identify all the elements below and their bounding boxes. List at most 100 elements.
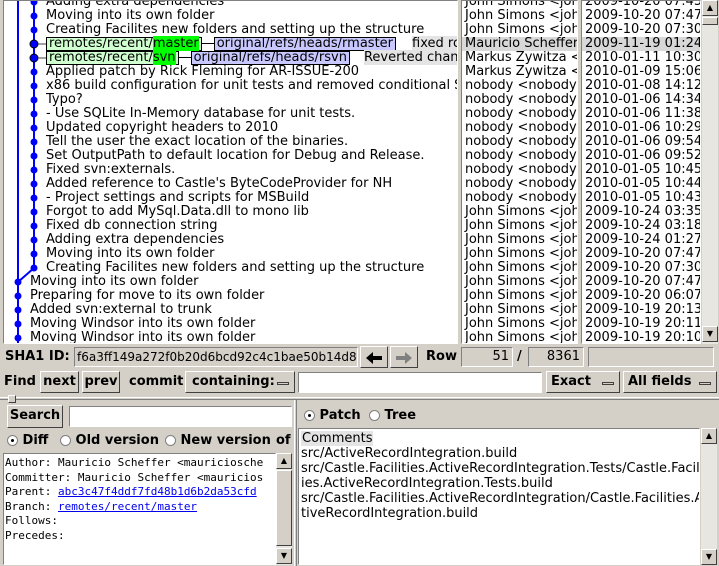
commit-row[interactable]: Set OutputPath to default location for D… xyxy=(46,149,425,163)
commit-author[interactable]: John Simons <joh xyxy=(465,23,577,37)
commit-author[interactable]: John Simons <joh xyxy=(465,317,577,331)
commit-row[interactable]: Added svn:external to trunk xyxy=(30,303,212,317)
pane-sash[interactable] xyxy=(0,397,719,400)
commit-row[interactable]: remotes/recent/svn original/refs/heads/rs… xyxy=(46,50,457,65)
commit-row[interactable]: Moving Windsor into its own folder xyxy=(30,331,255,344)
commit-date[interactable]: 2009-10-20 07:30 xyxy=(585,261,700,275)
search-button[interactable]: Search xyxy=(7,405,63,428)
file-item[interactable]: src/Castle.Facilities.ActiveRecordIntegr… xyxy=(301,491,699,506)
original-ref[interactable]: original/refs/heads/rsvn xyxy=(190,51,350,65)
commit-author[interactable]: nobody <nobody xyxy=(465,177,577,191)
containing-dropdown[interactable]: containing: xyxy=(185,371,295,393)
commit-author[interactable]: John Simons <joh xyxy=(465,331,577,344)
forward-button[interactable] xyxy=(390,346,418,368)
branch-ref[interactable]: remotes/recent/svn xyxy=(46,50,179,65)
find-prev-button[interactable]: prev xyxy=(82,371,120,393)
commit-row[interactable]: - Use SQLite In-Memory database for unit… xyxy=(46,107,355,121)
commit-author[interactable]: John Simons <joh xyxy=(465,247,577,261)
original-ref[interactable]: original/refs/heads/rmaster xyxy=(213,37,397,51)
commit-date[interactable]: 2010-01-06 14:34 xyxy=(585,93,700,107)
commit-author[interactable]: nobody <nobody xyxy=(465,79,577,93)
commit-author[interactable]: John Simons <joh xyxy=(465,9,577,23)
commit-date[interactable]: 2010-01-06 10:29 xyxy=(585,121,700,135)
commit-author[interactable]: Markus Zywitza < xyxy=(465,51,577,65)
tree-radio[interactable]: Tree xyxy=(369,408,416,424)
commit-graph-pane[interactable]: Adding extra dependencies Moving into its… xyxy=(3,0,458,344)
branch-link[interactable]: remotes/recent/master xyxy=(58,500,197,513)
scroll-up-icon[interactable]: ▲ xyxy=(702,0,718,16)
commit-details-pane[interactable]: Author: Mauricio Scheffer <mauriciosche … xyxy=(3,453,276,565)
commit-author[interactable]: John Simons <joh xyxy=(465,289,577,303)
file-list-scrollbar[interactable]: ▲ ▼ xyxy=(701,428,717,565)
commit-row[interactable]: Updated copyright headers to 2010 xyxy=(46,121,278,135)
scroll-down-icon[interactable]: ▼ xyxy=(702,326,718,342)
commit-author[interactable]: nobody <nobody xyxy=(465,93,577,107)
commit-list-scrollbar[interactable]: ▲ ▼ xyxy=(702,0,718,344)
commit-row[interactable]: Moving into its own folder xyxy=(46,247,214,261)
commit-date[interactable]: 2009-10-24 03:35 xyxy=(585,205,700,219)
commit-author[interactable]: nobody <nobody xyxy=(465,121,577,135)
new-version-radio[interactable]: New version xyxy=(165,433,271,449)
commit-row[interactable]: Applied patch by Rick Fleming for AR-ISS… xyxy=(46,65,359,79)
commit-date[interactable]: 2009-10-20 07:47 xyxy=(585,275,700,289)
date-column[interactable]: 2009-10-20 07:45 2009-10-20 07:47 2009-10-… xyxy=(581,0,701,344)
commit-author[interactable]: nobody <nobody xyxy=(465,135,577,149)
commit-date[interactable]: 2010-01-11 10:30 xyxy=(585,51,700,65)
patch-radio[interactable]: Patch xyxy=(304,408,361,424)
sash-handle[interactable] xyxy=(8,395,16,403)
old-version-radio[interactable]: Old version xyxy=(60,433,159,449)
commit-row[interactable]: Moving Windsor into its own folder xyxy=(30,317,255,331)
commit-date[interactable]: 2009-10-20 07:47 xyxy=(585,9,700,23)
file-item[interactable]: src/Castle.Facilities.ActiveRecordIntegr… xyxy=(301,461,699,476)
commit-date[interactable]: 2009-10-19 20:11 xyxy=(585,317,700,331)
commit-date[interactable]: 2009-10-19 20:10 xyxy=(585,331,700,344)
commit-date[interactable]: 2009-11-19 01:24 xyxy=(582,37,700,51)
details-scrollbar[interactable]: ▲ ▼ xyxy=(276,453,292,565)
commit-row[interactable]: Added reference to Castle's ByteCodeProv… xyxy=(46,177,392,191)
commit-row[interactable]: Moving into its own folder xyxy=(46,9,214,23)
commit-date[interactable]: 2009-10-20 07:47 xyxy=(585,247,700,261)
scroll-thumb[interactable] xyxy=(702,17,718,25)
scroll-down-icon[interactable]: ▼ xyxy=(701,549,717,565)
commit-row[interactable]: x86 build configuration for unit tests a… xyxy=(46,79,457,93)
back-button[interactable] xyxy=(360,346,388,368)
parent-link[interactable]: abc3c47f4ddf7fd48b1d6b2da53cfd xyxy=(58,485,257,498)
scroll-thumb[interactable] xyxy=(276,470,292,546)
commit-date[interactable]: 2010-01-08 14:12 xyxy=(585,79,700,93)
scroll-up-icon[interactable]: ▲ xyxy=(276,453,292,469)
commit-author[interactable]: John Simons <joh xyxy=(465,233,577,247)
search-input[interactable] xyxy=(69,406,292,427)
fields-dropdown[interactable]: All fields xyxy=(623,371,717,393)
commit-date[interactable]: 2010-01-06 11:38 xyxy=(585,107,700,121)
commit-author[interactable]: Markus Zywitza < xyxy=(465,65,577,79)
commit-author[interactable]: John Simons <joh xyxy=(465,303,577,317)
commit-author[interactable]: nobody <nobody xyxy=(465,191,577,205)
commit-row[interactable]: Creating Facilites new folders and setti… xyxy=(46,261,424,275)
commit-date[interactable]: 2009-10-20 06:07 xyxy=(585,289,700,303)
commit-author[interactable]: nobody <nobody xyxy=(465,163,577,177)
find-next-button[interactable]: next xyxy=(40,371,79,393)
commit-date[interactable]: 2010-01-05 10:44 xyxy=(585,177,700,191)
find-input[interactable] xyxy=(298,372,542,393)
commit-date[interactable]: 2009-10-24 01:27 xyxy=(585,233,700,247)
commit-row[interactable]: Typo? xyxy=(46,93,83,107)
commit-row[interactable]: Forgot to add MySql.Data.dll to mono lib xyxy=(46,205,309,219)
commit-date[interactable]: 2010-01-05 10:45 xyxy=(585,163,700,177)
commit-date[interactable]: 2010-01-06 09:52 xyxy=(585,149,700,163)
commit-date[interactable]: 2009-10-24 03:18 xyxy=(585,219,700,233)
diff-radio[interactable]: Diff xyxy=(7,433,48,449)
commit-row[interactable]: Moving into its own folder xyxy=(30,275,198,289)
commit-date[interactable]: 2009-10-20 07:30 xyxy=(585,23,700,37)
file-item-cont[interactable]: tiveRecordIntegration.build xyxy=(301,506,697,521)
comments-item[interactable]: Comments xyxy=(301,431,374,446)
commit-row[interactable]: Tell the user the exact location of the … xyxy=(46,135,348,149)
commit-author[interactable]: John Simons <joh xyxy=(465,261,577,275)
commit-date[interactable]: 2010-01-06 09:54 xyxy=(585,135,700,149)
commit-row[interactable]: - Project settings and scripts for MSBui… xyxy=(46,191,309,205)
sha1-field[interactable]: f6a3ff149a272f0b20d6bcd92c4c1bae50b14d89 xyxy=(74,347,358,367)
commit-row[interactable]: Creating Facilites new folders and setti… xyxy=(46,23,424,37)
file-list-pane[interactable]: Comments src/ActiveRecordIntegration.bui… xyxy=(298,428,700,565)
branch-ref[interactable]: remotes/recent/master xyxy=(46,36,202,51)
commit-row[interactable]: Fixed db connection string xyxy=(46,219,218,233)
scroll-up-icon[interactable]: ▲ xyxy=(701,428,717,444)
